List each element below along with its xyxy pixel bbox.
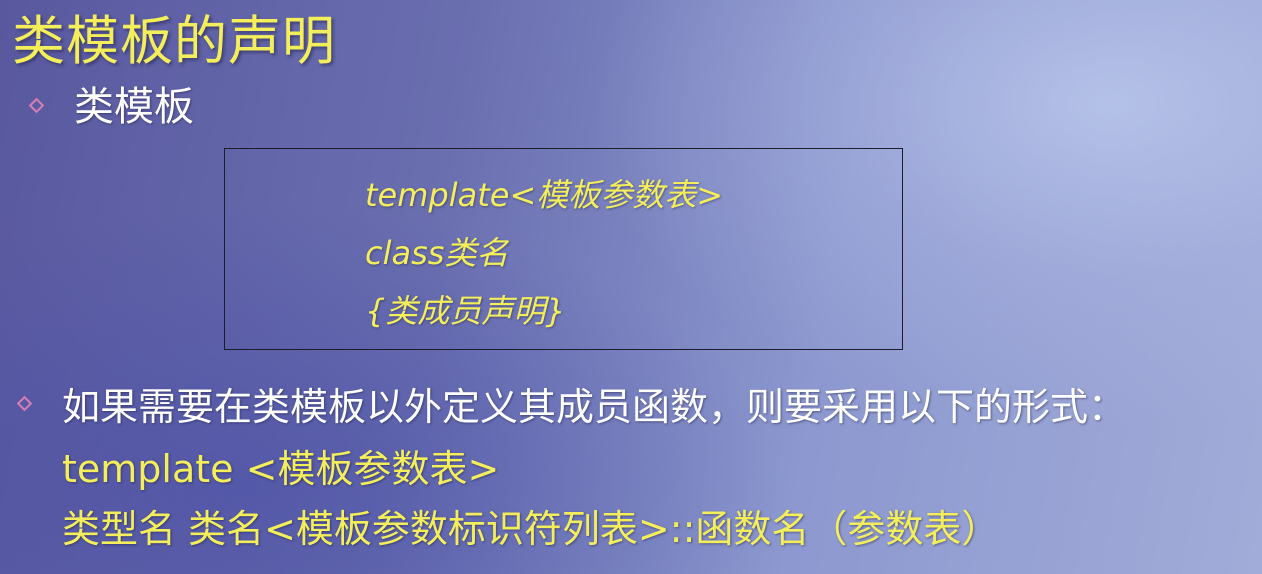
form-line-function: 类型名 类名<模板参数标识符列表>::函数名（参数表） xyxy=(62,507,1000,551)
syntax-line-template: template<模板参数表> xyxy=(365,176,724,214)
slide-title: 类模板的声明 xyxy=(12,11,336,72)
bullet-member-definition: 如果需要在类模板以外定义其成员函数，则要采用以下的形式： xyxy=(62,385,1127,429)
declaration-syntax-box: template<模板参数表> class类名 {类成员声明} xyxy=(224,148,903,350)
syntax-line-class: class类名 xyxy=(365,234,509,272)
form-line-template: template <模板参数表> xyxy=(62,447,500,491)
bullet-class-template: 类模板 xyxy=(74,84,194,130)
diamond-bullet-icon xyxy=(16,395,32,411)
syntax-line-members: {类成员声明} xyxy=(365,292,566,330)
diamond-bullet-icon xyxy=(28,97,44,113)
